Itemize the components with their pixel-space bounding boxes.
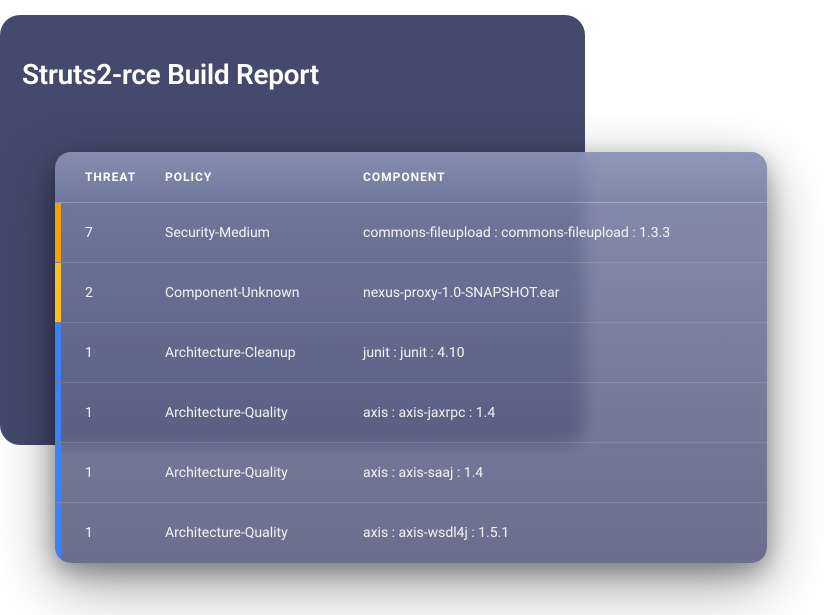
table-row[interactable]: 2 Component-Unknown nexus-proxy-1.0-SNAP…: [55, 263, 767, 323]
column-header-policy: POLICY: [165, 170, 363, 184]
threat-value: 1: [55, 345, 165, 361]
severity-indicator: [55, 323, 61, 382]
component-value: commons-fileupload : commons-fileupload …: [363, 225, 767, 241]
policy-value: Security-Medium: [165, 225, 363, 241]
component-value: nexus-proxy-1.0-SNAPSHOT.ear: [363, 285, 767, 301]
report-table: THREAT POLICY COMPONENT 7 Security-Mediu…: [55, 152, 767, 563]
page-title: Struts2-rce Build Report: [22, 58, 319, 91]
component-value: axis : axis-wsdl4j : 1.5.1: [363, 525, 767, 541]
policy-value: Architecture-Quality: [165, 405, 363, 421]
severity-indicator: [55, 383, 61, 442]
component-value: axis : axis-jaxrpc : 1.4: [363, 405, 767, 421]
policy-value: Architecture-Quality: [165, 465, 363, 481]
table-row[interactable]: 1 Architecture-Quality axis : axis-wsdl4…: [55, 503, 767, 563]
component-value: junit : junit : 4.10: [363, 345, 767, 361]
threat-value: 1: [55, 465, 165, 481]
policy-value: Component-Unknown: [165, 285, 363, 301]
severity-indicator: [55, 443, 61, 502]
component-value: axis : axis-saaj : 1.4: [363, 465, 767, 481]
policy-value: Architecture-Cleanup: [165, 345, 363, 361]
column-header-component: COMPONENT: [363, 170, 767, 184]
severity-indicator: [55, 203, 61, 262]
column-header-threat: THREAT: [55, 170, 165, 184]
policy-value: Architecture-Quality: [165, 525, 363, 541]
table-row[interactable]: 1 Architecture-Quality axis : axis-jaxrp…: [55, 383, 767, 443]
table-row[interactable]: 1 Architecture-Quality axis : axis-saaj …: [55, 443, 767, 503]
threat-value: 1: [55, 525, 165, 541]
threat-value: 1: [55, 405, 165, 421]
table-header-row: THREAT POLICY COMPONENT: [55, 152, 767, 203]
table-row[interactable]: 1 Architecture-Cleanup junit : junit : 4…: [55, 323, 767, 383]
severity-indicator: [55, 263, 61, 322]
table-row[interactable]: 7 Security-Medium commons-fileupload : c…: [55, 203, 767, 263]
threat-value: 7: [55, 225, 165, 241]
threat-value: 2: [55, 285, 165, 301]
severity-indicator: [55, 503, 61, 563]
